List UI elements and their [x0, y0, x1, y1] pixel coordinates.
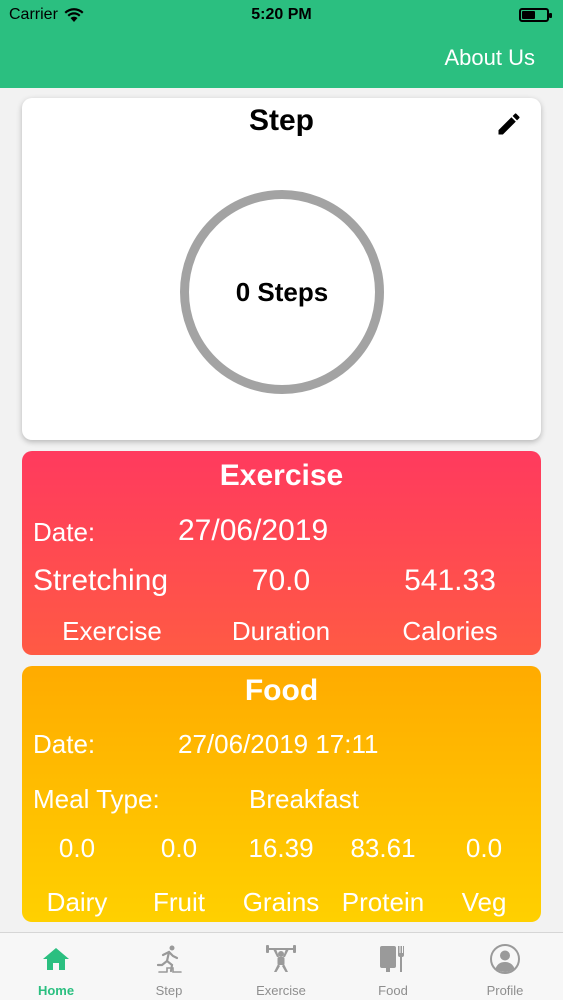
- tab-step-label: Step: [155, 983, 183, 998]
- exercise-calories-value: 541.33: [404, 564, 496, 597]
- fruit-value: 0.0: [160, 833, 198, 863]
- exercise-duration-value: 70.0: [251, 564, 311, 597]
- status-time: 5:20 PM: [251, 6, 312, 23]
- protein-value: 83.61: [350, 833, 416, 863]
- fruit-label: Fruit: [153, 887, 205, 917]
- exercise-card[interactable]: Exercise Date: 27/06/2019 Stretching 70.…: [22, 451, 541, 655]
- tab-profile-label: Profile: [486, 983, 524, 998]
- meal-type-label: Meal Type:: [33, 784, 160, 814]
- grains-label: Grains: [242, 887, 320, 917]
- calories-label: Calories: [402, 616, 498, 646]
- exercise-name-value: Stretching: [33, 564, 169, 597]
- tab-home-label: Home: [37, 983, 75, 998]
- step-progress-ring: 0 Steps: [180, 190, 384, 394]
- exercise-date-value: 27/06/2019: [178, 514, 329, 547]
- about-us-link[interactable]: About Us: [445, 45, 536, 71]
- battery-icon: [519, 8, 552, 22]
- tab-step[interactable]: Step: [113, 933, 225, 1000]
- step-count: 0 Steps: [235, 276, 329, 307]
- food-icon: [380, 946, 404, 972]
- weightlifter-icon: [266, 945, 296, 972]
- exercise-card-title: Exercise: [219, 459, 344, 492]
- food-date-value: 27/06/2019 17:11: [178, 729, 379, 759]
- tab-food[interactable]: Food: [337, 933, 449, 1000]
- app-header: Carrier 5:20 PM About Us: [0, 0, 563, 88]
- pencil-icon[interactable]: [495, 110, 523, 138]
- step-card-title: Step: [248, 104, 314, 137]
- food-card[interactable]: Food Date: 27/06/2019 17:11 Meal Type: B…: [22, 666, 541, 922]
- tab-home[interactable]: Home: [0, 933, 112, 1000]
- tab-exercise[interactable]: Exercise: [225, 933, 337, 1000]
- home-icon: [43, 948, 69, 970]
- exercise-label: Exercise: [62, 616, 162, 646]
- tab-profile[interactable]: Profile: [449, 933, 561, 1000]
- food-date-label: Date:: [33, 729, 96, 759]
- food-card-title: Food: [244, 674, 319, 707]
- tab-food-label: Food: [378, 983, 408, 998]
- protein-label: Protein: [341, 887, 425, 917]
- duration-label: Duration: [231, 616, 331, 646]
- step-card: Step 0 Steps: [22, 98, 541, 440]
- tab-bar: Home Step Exercise Food Profile: [0, 932, 563, 1000]
- meal-type-value: Breakfast: [249, 784, 359, 814]
- veg-label: Veg: [461, 887, 507, 917]
- veg-value: 0.0: [465, 833, 503, 863]
- dairy-label: Dairy: [46, 887, 108, 917]
- dairy-value: 0.0: [58, 833, 96, 863]
- tab-exercise-label: Exercise: [256, 983, 306, 998]
- profile-icon: [490, 944, 520, 974]
- exercise-date-label: Date:: [33, 517, 96, 547]
- runner-icon: [156, 945, 182, 973]
- status-bar: Carrier 5:20 PM: [0, 0, 563, 30]
- grains-value: 16.39: [248, 833, 314, 863]
